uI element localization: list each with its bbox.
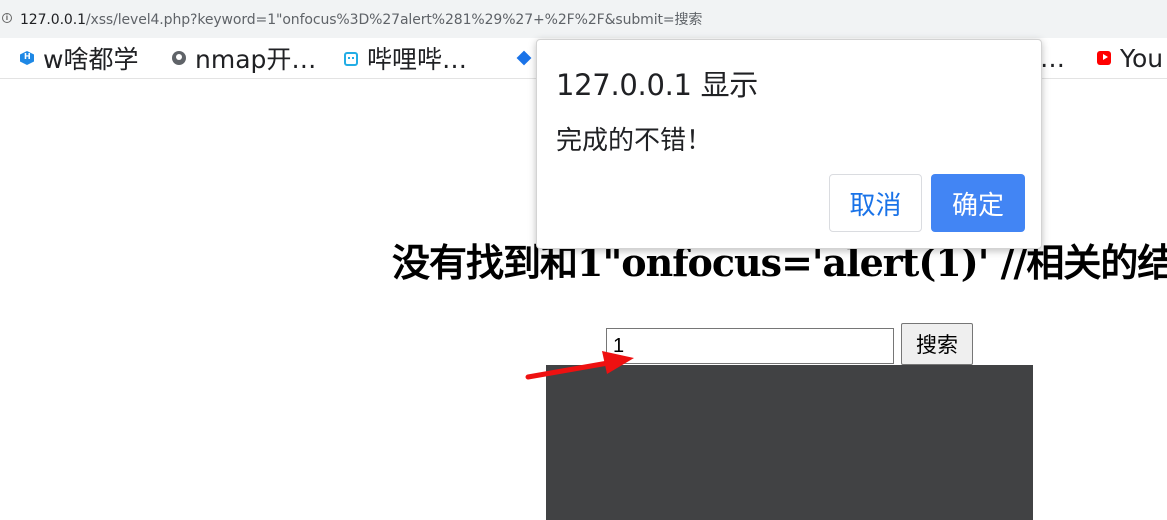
- bookmark-item[interactable]: w啥都学: [20, 42, 138, 74]
- bookmark-item[interactable]: …: [1040, 42, 1065, 74]
- alert-dialog: 127.0.0.1 显示 完成的不错！ 取消 确定: [536, 39, 1042, 249]
- search-button[interactable]: 搜索: [901, 323, 973, 365]
- bookmark-label: nmap开…: [195, 45, 317, 74]
- info-icon[interactable]: i: [2, 13, 12, 23]
- bookmark-label: w啥都学: [43, 45, 139, 74]
- url-path: /xss/level4.php?keyword=1"onfocus%3D%27a…: [85, 12, 703, 28]
- tv-icon: [344, 52, 358, 66]
- bookmark-label: You: [1120, 43, 1164, 73]
- hexagon-h-icon: [20, 51, 34, 65]
- image-panel: [546, 365, 1033, 520]
- cancel-button[interactable]: 取消: [829, 174, 922, 232]
- bookmark-item[interactable]: 哔哩哔…: [344, 42, 467, 74]
- url-text[interactable]: 127.0.0.1/xss/level4.php?keyword=1"onfoc…: [20, 9, 702, 29]
- globe-icon: [172, 51, 186, 65]
- youtube-icon: [1097, 51, 1111, 65]
- bookmark-item[interactable]: You: [1097, 42, 1163, 74]
- cube-icon: [516, 50, 532, 66]
- dialog-message: 完成的不错！: [556, 126, 713, 156]
- bookmark-item[interactable]: nmap开…: [172, 42, 316, 74]
- address-bar[interactable]: i 127.0.0.1/xss/level4.php?keyword=1"onf…: [0, 0, 1167, 38]
- search-input[interactable]: [606, 328, 894, 364]
- bookmark-label: …: [1040, 43, 1065, 73]
- ok-button[interactable]: 确定: [931, 174, 1025, 232]
- bookmark-label: 哔哩哔…: [367, 45, 468, 74]
- dialog-title: 127.0.0.1 显示: [556, 68, 758, 102]
- url-host: 127.0.0.1: [20, 12, 86, 28]
